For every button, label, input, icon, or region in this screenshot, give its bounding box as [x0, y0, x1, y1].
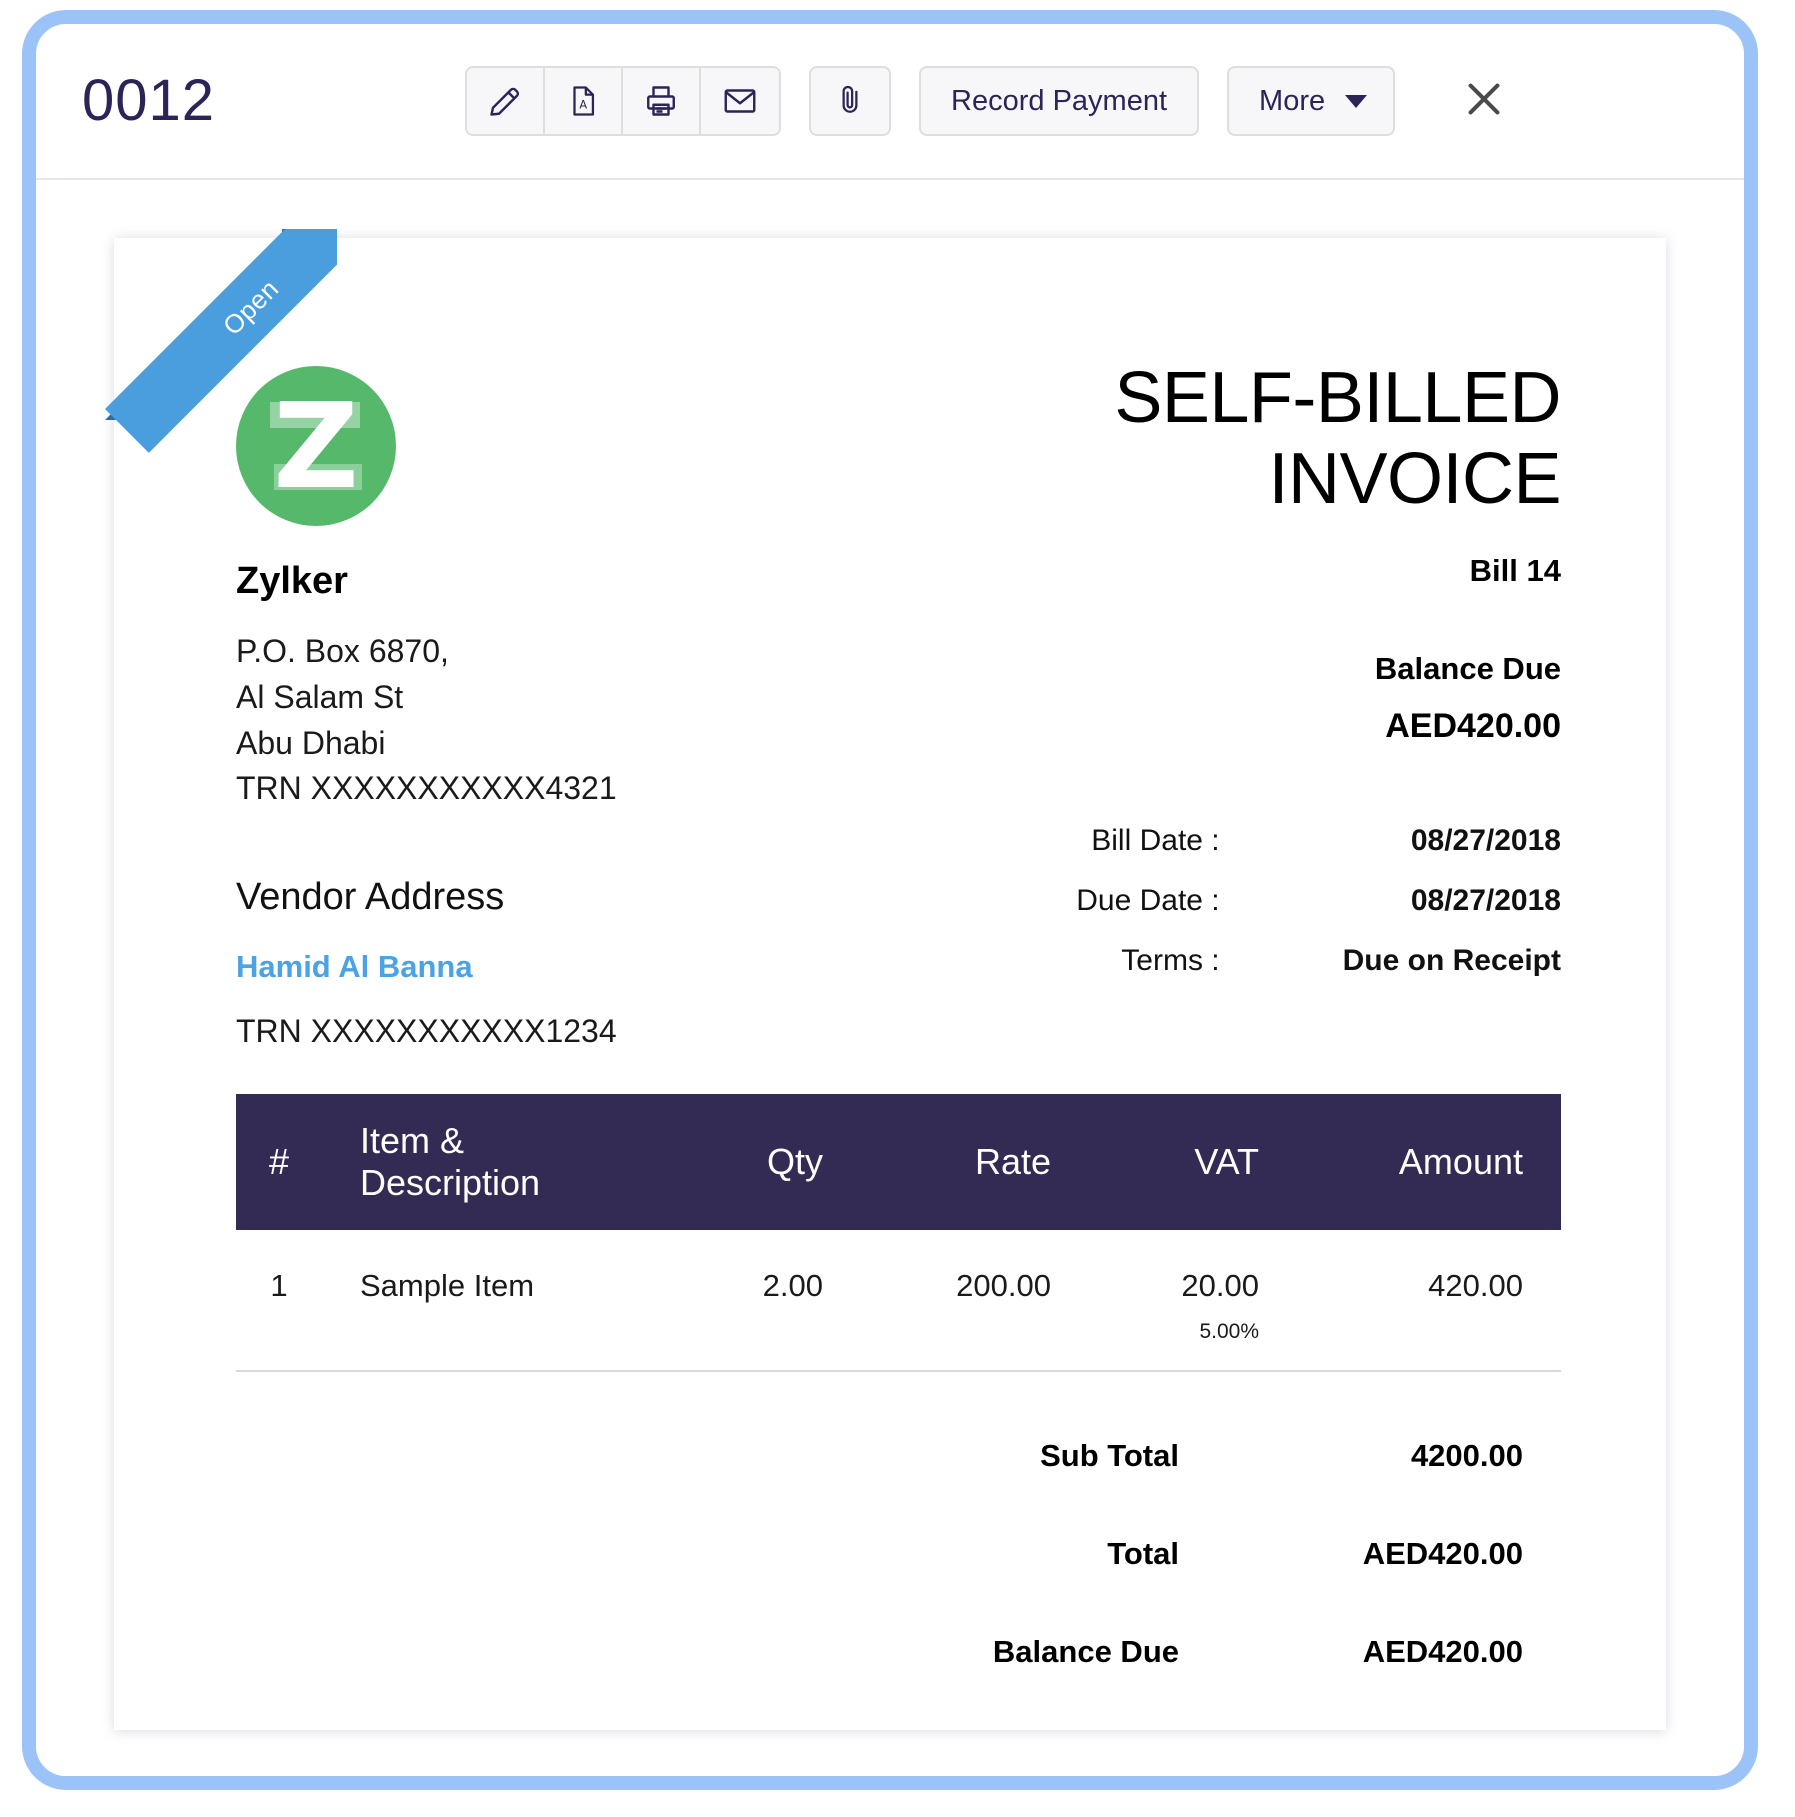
ribbon-fold-top	[282, 229, 296, 243]
totals-table: Sub Total 4200.00 Total AED420.00 Balanc…	[236, 1438, 1561, 1670]
svg-text:A: A	[579, 97, 587, 111]
pdf-button[interactable]: A	[545, 68, 624, 134]
edit-icon	[487, 83, 523, 119]
vendor-name-link[interactable]: Hamid Al Banna	[236, 949, 876, 985]
icon-button-group: A	[465, 66, 782, 136]
document-scroll-area: Open Z Zylker P.O. Box 6870, Al Salam St…	[36, 180, 1744, 1776]
attachment-icon	[833, 82, 867, 121]
totals-row-subtotal: Sub Total 4200.00	[236, 1438, 1561, 1536]
column-header-number: #	[236, 1094, 322, 1230]
column-header-qty: Qty	[653, 1094, 861, 1230]
invoice-title: SELF-BILLED INVOICE	[1114, 358, 1561, 519]
totals-balance-due-value: AED420.00	[1362, 1634, 1523, 1669]
table-row: 1 Sample Item 2.00 200.00 20.00 5.00% 42…	[236, 1230, 1561, 1344]
close-icon	[1461, 76, 1507, 127]
sub-total-value: 4200.00	[1410, 1438, 1523, 1473]
total-value: AED420.00	[1362, 1536, 1523, 1571]
bill-number: Bill 14	[1469, 553, 1561, 589]
cell-vat-percent: 5.00%	[1199, 1320, 1259, 1343]
terms-value: Due on Receipt	[1342, 944, 1561, 978]
window-header: 0012 A Record Payment More	[36, 24, 1744, 180]
print-icon	[643, 83, 679, 119]
meta-row-due-date: Due Date : 08/27/2018	[1001, 884, 1561, 944]
column-header-vat: VAT	[1089, 1094, 1293, 1230]
logo-letter: Z	[273, 377, 359, 515]
record-payment-button[interactable]: Record Payment	[919, 66, 1200, 136]
attachment-button[interactable]	[809, 66, 892, 136]
ribbon-fold-left	[105, 406, 119, 420]
cell-rate: 200.00	[956, 1268, 1051, 1303]
organization-address-line-1: P.O. Box 6870,	[236, 633, 449, 669]
logo-highlight-bottom	[274, 464, 362, 490]
meta-row-bill-date: Bill Date : 08/27/2018	[1001, 824, 1561, 884]
invoice-summary-block: SELF-BILLED INVOICE Bill 14 Balance Due …	[1001, 358, 1561, 1004]
app-window: 0012 A Record Payment More Open Z Zylker…	[22, 10, 1758, 1790]
bill-date-value: 08/27/2018	[1410, 824, 1561, 858]
table-header-row: # Item & Description Qty Rate VAT Amount	[236, 1094, 1561, 1230]
status-ribbon-label: Open	[216, 273, 285, 341]
column-header-amount: Amount	[1293, 1094, 1561, 1230]
totals-row-total: Total AED420.00	[236, 1536, 1561, 1634]
toolbar: A Record Payment More	[465, 66, 1511, 136]
cell-vat-amount: 20.00	[1181, 1268, 1259, 1303]
totals-balance-due-label: Balance Due	[992, 1634, 1179, 1669]
sender-block: Z Zylker P.O. Box 6870, Al Salam St Abu …	[236, 358, 876, 1050]
items-divider	[236, 1370, 1561, 1372]
balance-due-label: Balance Due	[1374, 651, 1561, 687]
line-items-table: # Item & Description Qty Rate VAT Amount…	[236, 1094, 1561, 1344]
cell-qty: 2.00	[762, 1268, 823, 1303]
cell-description: Sample Item	[360, 1268, 535, 1303]
close-button[interactable]	[1457, 74, 1511, 128]
column-header-rate: Rate	[861, 1094, 1089, 1230]
due-date-value: 08/27/2018	[1410, 884, 1561, 918]
column-header-description: Item & Description	[322, 1094, 653, 1230]
totals-row-balance-due: Balance Due AED420.00	[236, 1634, 1561, 1670]
cell-vat: 20.00 5.00%	[1089, 1230, 1293, 1344]
sub-total-label: Sub Total	[1040, 1438, 1179, 1473]
pdf-icon: A	[566, 84, 600, 118]
more-button[interactable]: More	[1227, 66, 1396, 136]
organization-address-line-3: Abu Dhabi	[236, 724, 386, 761]
more-button-label: More	[1259, 84, 1326, 117]
meta-row-terms: Terms : Due on Receipt	[1001, 944, 1561, 1004]
logo-highlight-top	[270, 402, 360, 428]
bill-date-label: Bill Date :	[1091, 824, 1220, 858]
email-button[interactable]	[701, 68, 780, 134]
invoice-document: Open Z Zylker P.O. Box 6870, Al Salam St…	[105, 229, 1666, 1730]
edit-button[interactable]	[467, 68, 546, 134]
due-date-label: Due Date :	[1076, 884, 1220, 918]
organization-trn: TRN XXXXXXXXXXX4321	[236, 770, 617, 807]
organization-address-line-2: Al Salam St	[236, 678, 404, 715]
company-logo: Z	[236, 366, 396, 526]
terms-label: Terms :	[1121, 944, 1220, 978]
chevron-down-icon	[1345, 94, 1368, 108]
email-icon	[722, 83, 758, 119]
invoice-meta-table: Bill Date : 08/27/2018 Due Date : 08/27/…	[1001, 824, 1561, 1004]
print-button[interactable]	[623, 68, 702, 134]
vendor-address-heading: Vendor Address	[236, 876, 505, 918]
total-label: Total	[1107, 1536, 1179, 1571]
cell-amount: 420.00	[1428, 1268, 1523, 1303]
balance-due-value: AED420.00	[1385, 707, 1561, 746]
cell-row-number: 1	[270, 1268, 288, 1303]
invoice-header-section: Z Zylker P.O. Box 6870, Al Salam St Abu …	[236, 358, 1562, 1050]
organization-name: Zylker	[236, 560, 348, 602]
page-title: 0012	[82, 68, 216, 133]
vendor-trn: TRN XXXXXXXXXXX1234	[236, 1013, 617, 1049]
